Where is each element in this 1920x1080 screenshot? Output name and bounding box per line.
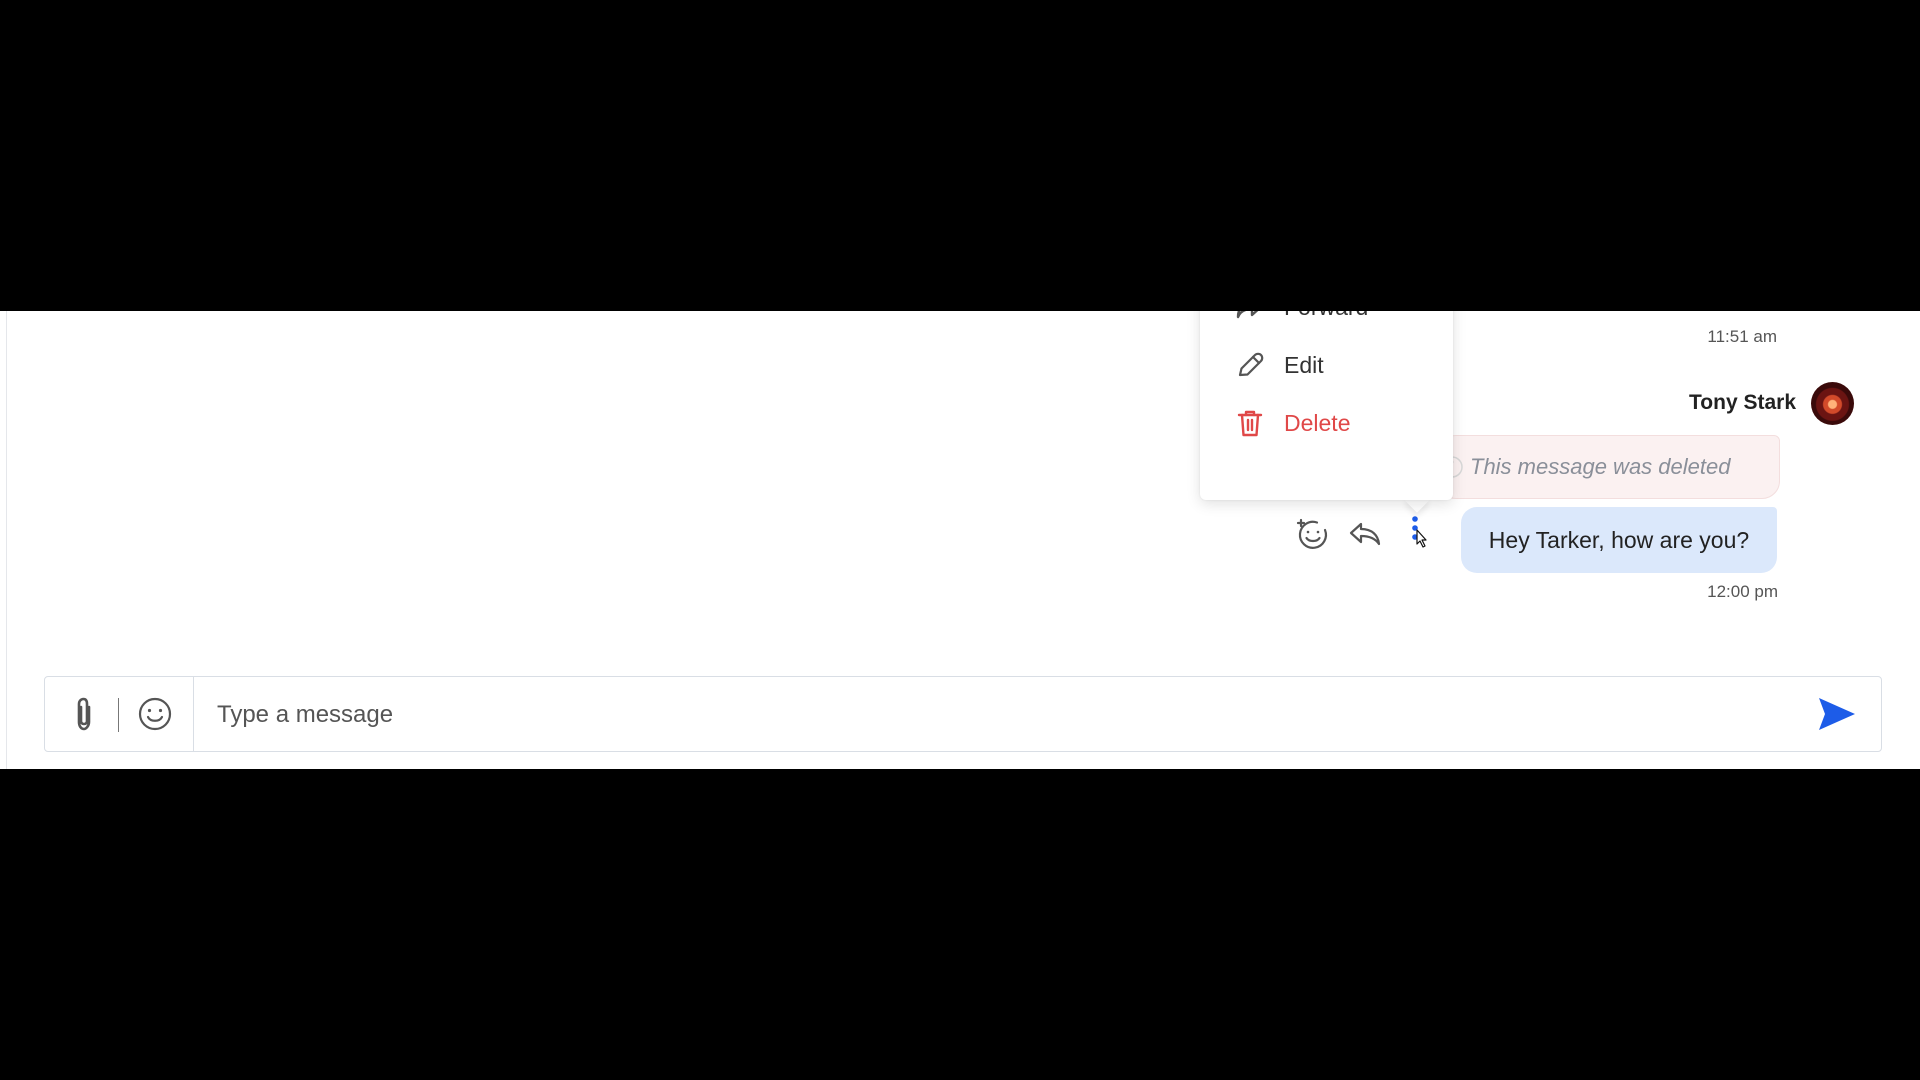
composer-divider <box>193 677 194 751</box>
message-composer <box>44 676 1882 752</box>
forward-icon <box>1236 311 1259 319</box>
message-input[interactable] <box>215 691 1779 739</box>
paperclip-icon[interactable] <box>65 695 103 733</box>
send-icon[interactable] <box>1817 694 1857 734</box>
menu-item-edit[interactable]: Edit <box>1200 337 1453 393</box>
sender-name: Tony Stark <box>1689 391 1796 414</box>
reply-button[interactable] <box>1345 514 1385 554</box>
message-bubble[interactable]: Hey Tarker, how are you? <box>1461 507 1777 573</box>
message-text: Hey Tarker, how are you? <box>1488 526 1750 553</box>
message-timestamp: 12:00 pm <box>1707 582 1778 601</box>
letterbox-top <box>0 0 1920 311</box>
smiley-icon[interactable] <box>136 695 174 733</box>
pencil-icon <box>1238 352 1264 377</box>
menu-item-label: Forward <box>1284 311 1368 321</box>
more-options-button[interactable] <box>1400 514 1430 554</box>
toolbar-separator <box>118 698 119 732</box>
chat-panel: Forward Edit Delete 11:51 am Tony Stark <box>0 311 1920 769</box>
reply-icon <box>1349 522 1381 546</box>
trash-icon <box>1237 410 1263 437</box>
menu-item-label: Delete <box>1284 409 1351 436</box>
menu-item-forward[interactable]: Forward <box>1200 311 1453 335</box>
message-timestamp: 11:51 am <box>1707 327 1777 346</box>
menu-item-delete[interactable]: Delete <box>1200 395 1453 451</box>
deleted-message-text: This message was deleted <box>1470 454 1731 479</box>
avatar[interactable] <box>1811 382 1854 425</box>
panel-border <box>6 311 7 769</box>
message-context-menu: Forward Edit Delete <box>1200 311 1453 500</box>
add-reaction-icon <box>1296 518 1328 549</box>
letterbox-bottom <box>0 769 1920 1080</box>
more-vertical-icon <box>1412 516 1427 548</box>
menu-item-label: Edit <box>1284 351 1324 378</box>
add-reaction-button[interactable] <box>1293 514 1333 554</box>
